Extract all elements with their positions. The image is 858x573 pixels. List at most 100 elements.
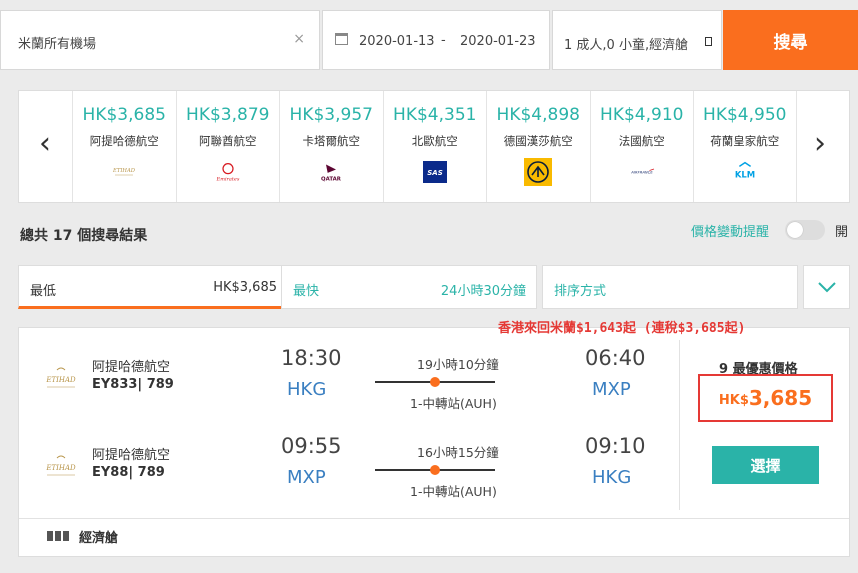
lufthansa-crane-icon (523, 157, 553, 187)
svg-text:SAS: SAS (427, 169, 443, 177)
tab-fastest-value: 24小時30分鐘 (440, 284, 526, 299)
flight-duration: 19小時10分鐘 (417, 357, 499, 372)
etihad-logo: ETIHAD (41, 452, 81, 482)
arrival-time: 06:40 (585, 346, 646, 370)
tab-cheapest[interactable]: 最低 HK$3,685 (18, 265, 288, 309)
results-total: 總共 17 個搜尋結果 (20, 228, 148, 244)
passenger-value: 1 成人,0 小童,經濟艙 (564, 38, 689, 53)
carousel-next-icon[interactable]: › (814, 129, 826, 159)
date-range-field[interactable]: 2020-01-13 - 2020-01-23 (322, 10, 550, 70)
airline-name: 阿提哈德航空 (92, 360, 171, 375)
airline-price: HK$4,910 (600, 105, 684, 125)
airline-price: HK$4,351 (393, 105, 477, 125)
airline-card[interactable]: HK$3,957 卡塔爾航空 QATAR (279, 91, 383, 202)
airline-name: 阿提哈德航空 (89, 134, 159, 148)
divider (19, 518, 849, 519)
svg-text:KLM: KLM (735, 170, 755, 180)
price-amount: 3,685 (748, 386, 813, 410)
arrival-airport: HKG (592, 467, 632, 488)
svg-text:Emirates: Emirates (215, 176, 239, 182)
flight-result-card: ETIHAD 阿提哈德航空 EY833| 789 18:30 HKG 19小時1… (18, 327, 850, 557)
tab-cheapest-value: HK$3,685 (213, 280, 277, 295)
tab-cheapest-label: 最低 (30, 284, 57, 299)
airline-name: 法國航空 (618, 134, 665, 148)
departure-airport: MXP (287, 467, 326, 488)
stop-dot (430, 465, 440, 475)
divider (679, 340, 680, 510)
flight-number: EY833| 789 (92, 377, 174, 392)
tab-fastest-label: 最快 (293, 284, 320, 299)
arrival-airport: MXP (592, 379, 631, 400)
return-leg: ETIHAD 阿提哈德航空 EY88| 789 09:55 MXP 16小時15… (19, 434, 679, 508)
expand-sort-button[interactable] (803, 265, 850, 309)
clear-icon[interactable]: × (293, 31, 305, 47)
tab-fastest[interactable]: 最快 24小時30分鐘 (281, 265, 537, 309)
svg-text:QATAR: QATAR (321, 176, 342, 182)
airline-name: 阿聯酋航空 (199, 134, 257, 148)
departure-time: 18:30 (281, 346, 342, 370)
origin-input[interactable]: 米蘭所有機場 × (0, 10, 320, 70)
toggle-knob (787, 222, 803, 238)
airline-card[interactable]: HK$4,898 德國漢莎航空 (486, 91, 590, 202)
select-button[interactable]: 選擇 (712, 446, 819, 484)
svg-text:AIRFRANCE: AIRFRANCE (630, 171, 653, 175)
etihad-logo: ETIHAD (41, 364, 81, 394)
departure-airport: HKG (287, 379, 327, 400)
airline-price: HK$3,957 (289, 105, 373, 125)
airline-price: HK$4,898 (496, 105, 580, 125)
airline-carousel: ‹ HK$3,685 阿提哈德航空 ETIHAD HK$3,879 阿聯酋航空 … (18, 90, 850, 203)
airline-name: 荷蘭皇家航空 (710, 134, 780, 148)
svg-text:ETIHAD: ETIHAD (45, 464, 76, 472)
tab-sort-label: 排序方式 (554, 284, 607, 299)
departure-time: 09:55 (281, 434, 342, 458)
airline-name: 阿提哈德航空 (92, 448, 171, 463)
search-button[interactable]: 搜尋 (723, 10, 858, 70)
price-box: HK$ 3,685 (698, 374, 833, 422)
airline-name: 德國漢莎航空 (503, 134, 573, 148)
carousel-prev-icon[interactable]: ‹ (39, 129, 51, 159)
stops-info: 1-中轉站(AUH) (410, 396, 497, 411)
calendar-icon (335, 33, 348, 45)
cabin-class: 經濟艙 (79, 531, 119, 546)
dropdown-icon (705, 37, 712, 46)
airline-price: HK$3,685 (82, 105, 166, 125)
stops-info: 1-中轉站(AUH) (410, 484, 497, 499)
sas-logo: SAS (420, 157, 450, 187)
stop-dot (430, 377, 440, 387)
airline-card[interactable]: HK$3,879 阿聯酋航空 Emirates (175, 91, 280, 202)
price-alert-label[interactable]: 價格變動提醒 (691, 221, 769, 240)
toggle-state-label: 開 (835, 225, 849, 240)
emirates-logo: Emirates (213, 157, 243, 187)
origin-value: 米蘭所有機場 (18, 37, 97, 52)
svg-text:ETIHAD: ETIHAD (112, 168, 136, 174)
qatar-logo: QATAR (316, 157, 346, 187)
airline-name: 北歐航空 (411, 134, 458, 148)
flight-duration: 16小時15分鐘 (417, 445, 499, 460)
airline-price: HK$4,950 (703, 105, 787, 125)
arrival-time: 09:10 (585, 434, 646, 458)
seat-icon (47, 531, 69, 541)
airline-card[interactable]: HK$4,950 荷蘭皇家航空 KLM (693, 91, 797, 202)
price-currency: HK$ (718, 392, 749, 408)
date-separator: - (441, 33, 446, 48)
tab-sort[interactable]: 排序方式 (542, 265, 798, 309)
airfrance-logo: AIRFRANCE (627, 157, 657, 187)
airline-card[interactable]: HK$4,910 法國航空 AIRFRANCE (589, 91, 694, 202)
airline-card[interactable]: HK$3,685 阿提哈德航空 ETIHAD (72, 91, 176, 202)
promo-banner: 香港來回米蘭$1,643起 (連稅$3,685起) (498, 321, 746, 336)
airline-cards: HK$3,685 阿提哈德航空 ETIHAD HK$3,879 阿聯酋航空 Em… (72, 91, 797, 202)
airline-name: 卡塔爾航空 (302, 134, 361, 148)
etihad-logo: ETIHAD (109, 157, 139, 187)
airline-price: HK$3,879 (186, 105, 270, 125)
return-date: 2020-01-23 (460, 34, 536, 49)
price-alert-toggle[interactable] (785, 220, 825, 240)
airline-card[interactable]: HK$4,351 北歐航空 SAS (382, 91, 487, 202)
passenger-selector[interactable]: 1 成人,0 小童,經濟艙 (552, 10, 722, 70)
depart-date: 2020-01-13 (359, 34, 435, 49)
flight-number: EY88| 789 (92, 465, 165, 480)
search-bar: 米蘭所有機場 × 2020-01-13 - 2020-01-23 1 成人,0 … (0, 10, 858, 70)
chevron-down-icon (817, 282, 836, 293)
svg-text:ETIHAD: ETIHAD (45, 376, 76, 384)
klm-logo: KLM (730, 157, 760, 187)
outbound-leg: ETIHAD 阿提哈德航空 EY833| 789 18:30 HKG 19小時1… (19, 346, 679, 420)
